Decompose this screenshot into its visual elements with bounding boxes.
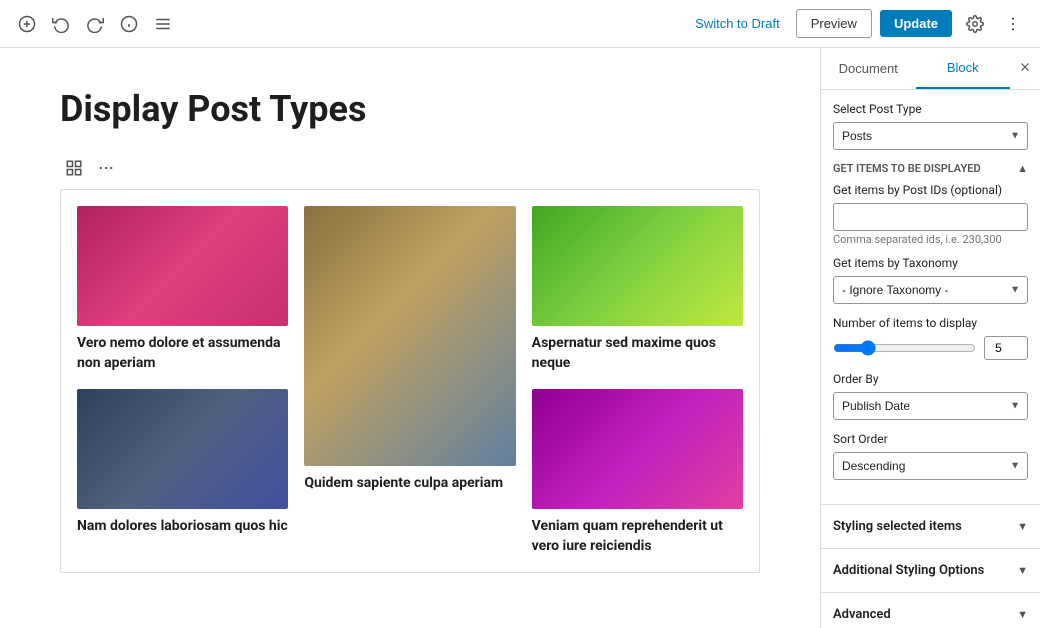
page-title: Display Post Types [60,88,760,130]
order-by-select[interactable]: Publish Date Title Random ID [833,392,1028,420]
redo-button[interactable] [80,9,110,39]
post-image [532,206,743,326]
post-title: Quidem sapiente culpa aperiam [304,474,515,494]
sort-order-select[interactable]: Descending Ascending [833,452,1028,480]
sort-order-wrapper: Descending Ascending ▼ [833,452,1028,480]
post-item: Quidem sapiente culpa aperiam [304,206,515,556]
settings-button[interactable] [960,9,990,39]
additional-styling-section: Additional Styling Options ▼ [821,549,1040,593]
sidebar: Document Block Select Post Type Posts Pa… [820,48,1040,628]
grid-view-button[interactable] [60,154,88,185]
toolbar: Switch to Draft Preview Update [0,0,1040,48]
more-options-button[interactable] [998,9,1028,39]
number-of-items-row [833,336,1028,360]
post-item: Nam dolores laboriosam quos hic [77,389,288,556]
close-sidebar-button[interactable] [1010,48,1040,89]
select-post-type-wrapper: Posts Pages Custom Post Type ▼ [833,122,1028,150]
tab-block[interactable]: Block [916,48,1011,89]
advanced-label: Advanced [833,607,891,622]
block-toolbar [60,154,760,185]
get-by-taxonomy-label: Get items by Taxonomy [833,256,1028,270]
order-by-wrapper: Publish Date Title Random ID ▼ [833,392,1028,420]
post-title: Vero nemo dolore et assumenda non aperia… [77,334,288,373]
block-options-button[interactable] [92,154,120,185]
get-items-chevron-icon: ▲ [1017,162,1028,175]
posts-container: Vero nemo dolore et assumenda non aperia… [60,189,760,573]
advanced-section: Advanced ▼ [821,593,1040,628]
advanced-chevron-icon: ▼ [1017,608,1028,621]
switch-to-draft-button[interactable]: Switch to Draft [687,10,788,37]
preview-button[interactable]: Preview [796,9,872,38]
sidebar-tabs: Document Block [821,48,1040,90]
editor-area: Display Post Types Vero nemo dolore et a… [0,48,820,628]
post-item: Vero nemo dolore et assumenda non aperia… [77,206,288,373]
post-image [532,389,743,509]
get-items-section-header[interactable]: Get items to be displayed ▲ [833,162,1028,175]
additional-styling-label: Additional Styling Options [833,563,984,578]
post-item: Veniam quam reprehenderit ut vero iure r… [532,389,743,556]
get-by-ids-label: Get items by Post IDs (optional) [833,183,1028,197]
sidebar-content: Select Post Type Posts Pages Custom Post… [821,90,1040,504]
post-title: Aspernatur sed maxime quos neque [532,334,743,373]
select-post-type[interactable]: Posts Pages Custom Post Type [833,122,1028,150]
undo-button[interactable] [46,9,76,39]
select-post-type-label: Select Post Type [833,102,1028,116]
main-layout: Display Post Types Vero nemo dolore et a… [0,48,1040,628]
get-by-taxonomy-select[interactable]: - Ignore Taxonomy - Category Tag [833,276,1028,304]
post-item: Aspernatur sed maxime quos neque [532,206,743,373]
additional-styling-chevron-icon: ▼ [1017,564,1028,577]
get-by-taxonomy-wrapper: - Ignore Taxonomy - Category Tag ▼ [833,276,1028,304]
number-of-items-slider[interactable] [833,340,976,356]
styling-selected-section: Styling selected items ▼ [821,505,1040,549]
post-image [77,389,288,509]
get-items-label: Get items to be displayed [833,162,981,175]
number-of-items-label: Number of items to display [833,316,1028,330]
post-image [77,206,288,326]
add-block-button[interactable] [12,9,42,39]
toolbar-right: Switch to Draft Preview Update [687,9,1028,39]
update-button[interactable]: Update [880,10,952,37]
toolbar-left [12,9,178,39]
post-title: Nam dolores laboriosam quos hic [77,517,288,537]
info-button[interactable] [114,9,144,39]
accordion-area: Styling selected items ▼ Additional Styl… [821,504,1040,628]
post-image [304,206,515,466]
additional-styling-header[interactable]: Additional Styling Options ▼ [821,549,1040,592]
styling-selected-chevron-icon: ▼ [1017,520,1028,533]
posts-grid: Vero nemo dolore et assumenda non aperia… [77,206,743,556]
styling-selected-header[interactable]: Styling selected items ▼ [821,505,1040,548]
list-view-button[interactable] [148,9,178,39]
get-by-ids-hint: Comma separated ids, i.e. 230,300 [833,233,1028,246]
number-of-items-number-input[interactable] [984,336,1028,360]
sort-order-label: Sort Order [833,432,1028,446]
advanced-header[interactable]: Advanced ▼ [821,593,1040,628]
tab-document[interactable]: Document [821,48,916,89]
order-by-label: Order By [833,372,1028,386]
get-by-ids-input[interactable] [833,203,1028,231]
styling-selected-label: Styling selected items [833,519,962,534]
post-title: Veniam quam reprehenderit ut vero iure r… [532,517,743,556]
